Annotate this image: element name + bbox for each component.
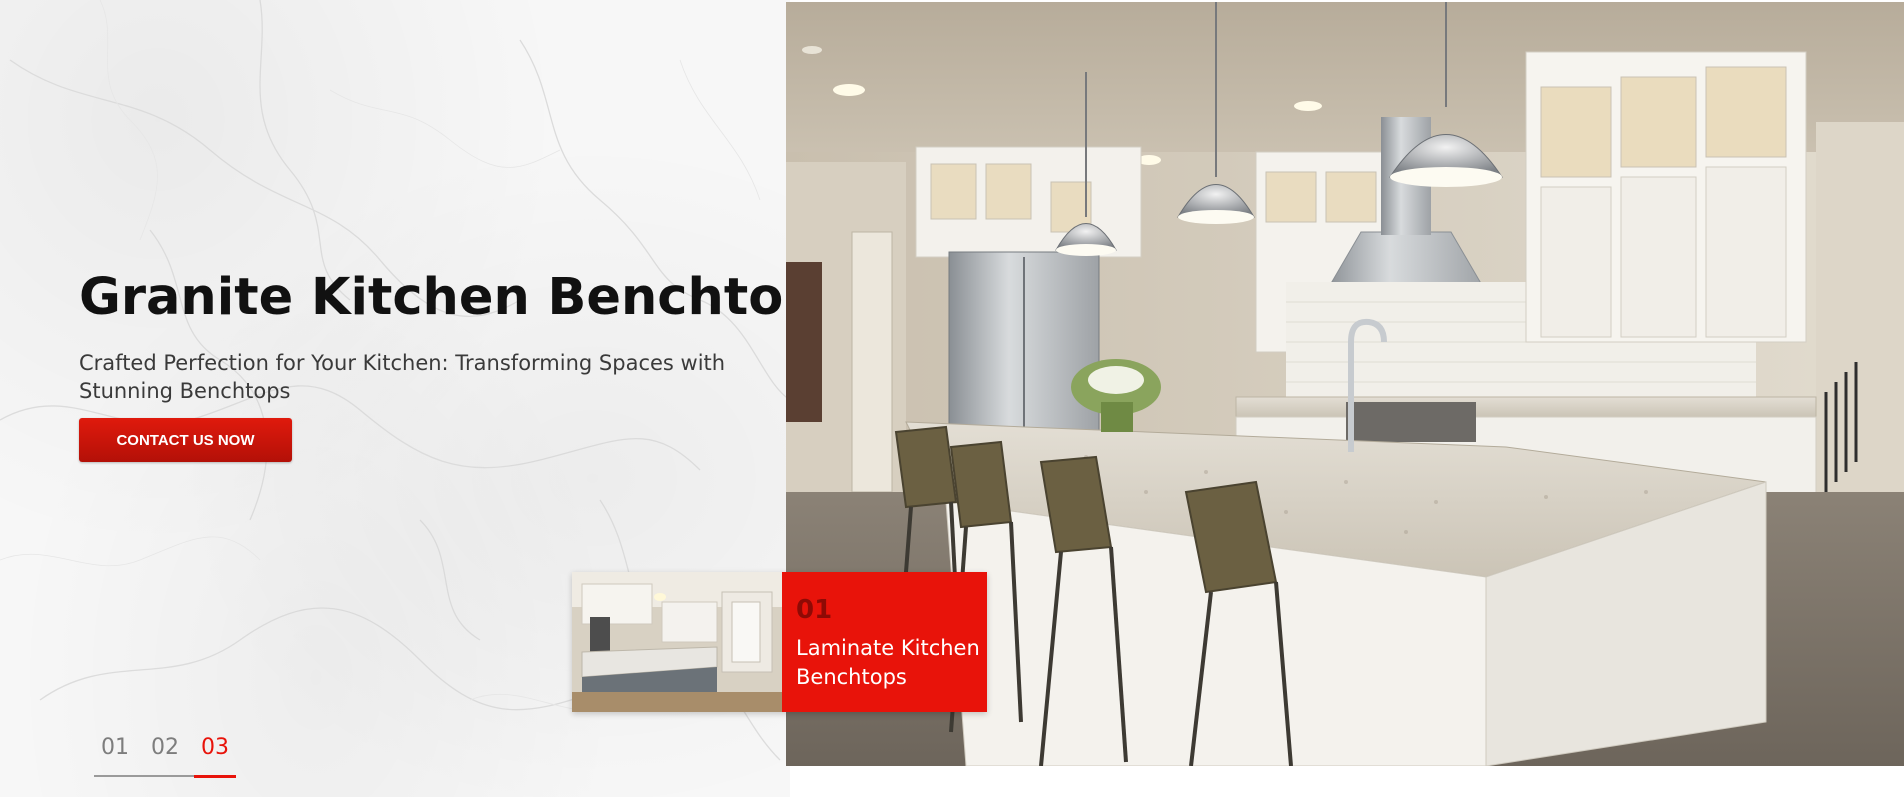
next-slide-label: Laminate Kitchen Benchtops xyxy=(796,636,980,689)
next-slide-card[interactable]: 01 Laminate Kitchen Benchtops xyxy=(572,572,987,712)
page-03[interactable]: 03 xyxy=(194,735,236,778)
page-01[interactable]: 01 xyxy=(94,735,136,760)
page-title: Granite Kitchen Benchtops xyxy=(79,268,851,327)
next-slide-info: 01 Laminate Kitchen Benchtops xyxy=(782,572,987,712)
contact-us-button[interactable]: CONTACT US NOW xyxy=(79,418,292,462)
next-slide-thumbnail xyxy=(572,572,782,712)
page-02[interactable]: 02 xyxy=(144,735,186,760)
hero-subtitle: Crafted Perfection for Your Kitchen: Tra… xyxy=(79,351,726,403)
next-slide-number: 01 xyxy=(796,595,833,625)
